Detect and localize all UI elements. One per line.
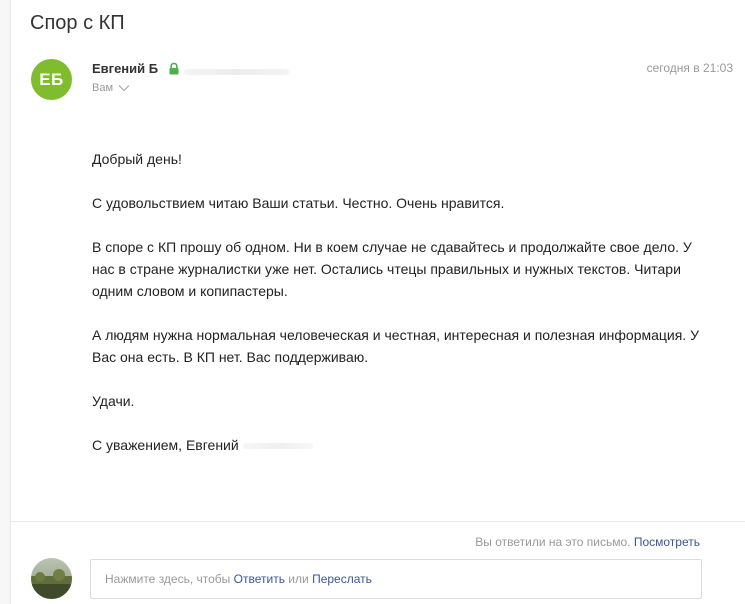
sender-email-redacted: [184, 69, 289, 75]
body-paragraph: Добрый день!: [92, 151, 182, 167]
view-reply-link[interactable]: Посмотреть: [634, 535, 700, 549]
body-signature: С уважением, Евгений: [92, 434, 712, 456]
body-paragraph: С удовольствием читаю Ваши статьи. Честн…: [92, 195, 505, 211]
sender-avatar[interactable]: ЕБ: [31, 59, 72, 100]
message-subject: Спор с КП: [30, 12, 125, 34]
message-body: Добрый день! С удовольствием читаю Ваши …: [92, 148, 712, 456]
body-paragraph: А людям нужна нормальная человеческая и …: [92, 327, 699, 365]
body-paragraph: В споре с КП прошу об одном. Ни в коем с…: [92, 239, 692, 299]
sender-name[interactable]: Евгений Б: [92, 61, 158, 76]
user-avatar[interactable]: [31, 558, 72, 599]
body-paragraph: Удачи.: [92, 393, 135, 409]
avatar-photo: [31, 558, 72, 599]
recipient-toggle[interactable]: Вам: [92, 82, 130, 94]
reply-or-text: или: [288, 572, 309, 586]
signature-text: С уважением, Евгений: [92, 437, 239, 453]
reply-status-text: Вы ответили на это письмо.: [475, 535, 631, 549]
chevron-down-icon: [118, 85, 130, 92]
left-sidebar-strip: [0, 0, 11, 604]
reply-status: Вы ответили на это письмо. Посмотреть: [475, 535, 700, 549]
reply-link[interactable]: Ответить: [234, 572, 285, 586]
divider: [11, 521, 745, 522]
recipient-label: Вам: [92, 82, 114, 94]
message-timestamp: сегодня в 21:03: [646, 61, 733, 75]
quick-reply-box[interactable]: Нажмите здесь, чтобы Ответить или Пересл…: [90, 559, 702, 599]
forward-link[interactable]: Переслать: [312, 572, 372, 586]
lock-icon: [169, 62, 179, 75]
reply-prompt-text: Нажмите здесь, чтобы: [105, 572, 231, 586]
signature-redacted: [242, 443, 313, 450]
